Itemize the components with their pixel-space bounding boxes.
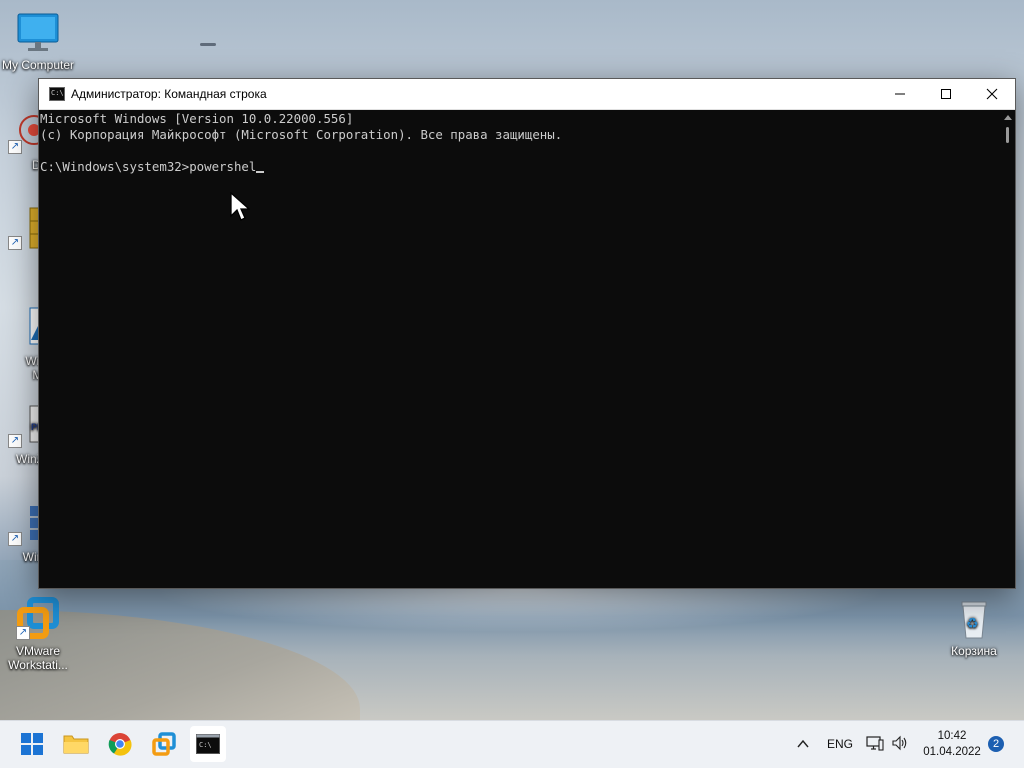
- vmware-icon: [152, 732, 176, 756]
- taskbar-vmware[interactable]: [146, 726, 182, 762]
- start-icon: [21, 733, 43, 755]
- console-line: Microsoft Windows [Version 10.0.22000.55…: [40, 111, 354, 126]
- desktop-icon-label: My Computer: [1, 58, 75, 72]
- network-icon: [866, 736, 884, 751]
- svg-text:♻: ♻: [966, 616, 979, 632]
- maximize-icon: [941, 89, 951, 99]
- close-icon: [986, 88, 998, 100]
- cmd-window[interactable]: C:\ Администратор: Командная строка Micr…: [38, 78, 1016, 589]
- scroll-up-arrow-icon[interactable]: [1004, 115, 1012, 120]
- svg-text:C:\: C:\: [199, 741, 212, 749]
- window-title: Администратор: Командная строка: [71, 87, 267, 101]
- taskbar-cmd[interactable]: C:\: [190, 726, 226, 762]
- file-explorer-icon: [63, 735, 89, 754]
- desktop-icon-recycle-bin[interactable]: ♻ Корзина: [936, 596, 1012, 658]
- console-output[interactable]: Microsoft Windows [Version 10.0.22000.55…: [39, 111, 999, 588]
- shortcut-arrow-icon: ↗: [16, 626, 30, 640]
- console-line: (c) Корпорация Майкрософт (Microsoft Cor…: [40, 127, 563, 142]
- shortcut-arrow-icon: ↗: [8, 532, 22, 546]
- shortcut-arrow-icon: ↗: [8, 434, 22, 448]
- taskbar-file-explorer[interactable]: [58, 726, 94, 762]
- close-button[interactable]: [969, 79, 1015, 110]
- desktop-icon-label: Корзина: [951, 644, 997, 658]
- shortcut-arrow-icon: ↗: [8, 236, 22, 250]
- shortcut-arrow-icon: ↗: [8, 140, 22, 154]
- taskbar-chrome[interactable]: [102, 726, 138, 762]
- active-app-indicator: [200, 43, 216, 46]
- maximize-button[interactable]: [923, 79, 969, 110]
- text-cursor: [256, 171, 265, 173]
- chrome-icon: [108, 733, 132, 756]
- recycle-bin-icon: ♻: [952, 596, 996, 640]
- desktop-icon-my-computer[interactable]: My Computer: [0, 10, 76, 72]
- tray-network-button[interactable]: [866, 735, 884, 755]
- monitor-icon: [16, 10, 60, 54]
- cmd-icon: C:\: [49, 87, 65, 101]
- language-indicator[interactable]: ENG: [827, 737, 853, 751]
- clock-date: 01.04.2022: [923, 746, 981, 758]
- tray-volume-button[interactable]: [891, 735, 909, 755]
- tray-overflow-button[interactable]: [796, 736, 810, 755]
- mouse-pointer-icon: [230, 192, 250, 221]
- minimize-icon: [895, 93, 905, 95]
- minimize-button[interactable]: [877, 79, 923, 110]
- taskbar-clock[interactable]: 10:42 01.04.2022: [916, 728, 988, 760]
- desktop-icon-label: VMware Workstati...: [8, 644, 68, 672]
- chevron-up-icon: [797, 739, 809, 748]
- console-scrollbar[interactable]: [999, 111, 1015, 588]
- console-prompt-line: C:\Windows\system32>powershel: [40, 159, 999, 175]
- desktop-icon-vmware[interactable]: ↗ VMware Workstati...: [0, 596, 76, 672]
- notification-badge[interactable]: 2: [988, 736, 1004, 752]
- window-titlebar[interactable]: C:\ Администратор: Командная строка: [39, 79, 1015, 110]
- volume-icon: [892, 735, 907, 751]
- cmd-icon: C:\: [196, 734, 220, 754]
- clock-time: 10:42: [937, 730, 967, 742]
- start-button[interactable]: [14, 726, 50, 762]
- vmware-icon: ↗: [16, 596, 60, 640]
- scroll-thumb[interactable]: [1006, 127, 1009, 143]
- console-prompt-text: C:\Windows\system32>powershel: [40, 159, 257, 174]
